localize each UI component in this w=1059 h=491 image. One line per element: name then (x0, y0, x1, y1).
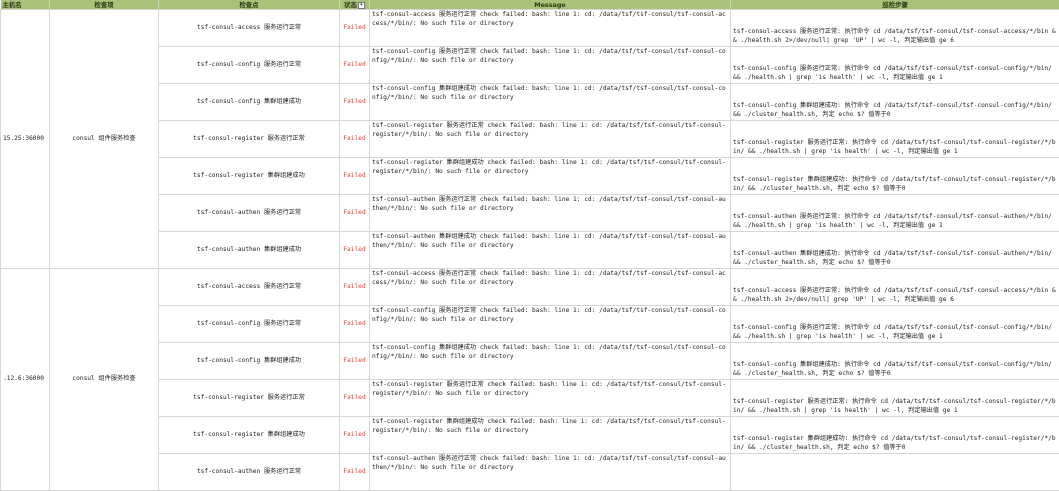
check-item-cell[interactable]: consul 组件服务检查 (50, 269, 159, 491)
filter-dropdown-icon[interactable]: ▾ (358, 2, 365, 9)
status-cell[interactable]: Failed (340, 380, 370, 417)
header-item[interactable]: 检查项 (50, 0, 159, 10)
table-row[interactable]: tsf-consul-authen 服务运行正常Failedtsf-consul… (1, 195, 1059, 232)
status-cell[interactable]: Failed (340, 84, 370, 121)
message-cell[interactable]: tsf-consul-access 服务运行正常 check failed: b… (370, 269, 731, 306)
message-cell[interactable]: tsf-consul-register 服务运行正常 check failed:… (370, 121, 731, 158)
steps-cell[interactable]: tsf-consul-register 服务运行正常: 执行命令 cd /dat… (731, 121, 1059, 158)
header-row: 主机名 检查项 检查点 状态▾ Message 巡检步骤 (1, 0, 1059, 10)
status-cell[interactable]: Failed (340, 10, 370, 47)
status-cell[interactable]: Failed (340, 121, 370, 158)
header-status-label: 状态 (344, 1, 357, 9)
table-row[interactable]: tsf-consul-config 集群组建成功Failedtsf-consul… (1, 343, 1059, 380)
steps-cell[interactable]: tsf-consul-config 服务运行正常: 执行命令 cd /data/… (731, 306, 1059, 343)
steps-cell[interactable]: tsf-consul-register 服务运行正常: 执行命令 cd /dat… (731, 380, 1059, 417)
status-cell[interactable]: Failed (340, 158, 370, 195)
check-point-cell[interactable]: tsf-consul-register 服务运行正常 (159, 380, 340, 417)
check-point-cell[interactable]: tsf-consul-config 服务运行正常 (159, 306, 340, 343)
status-cell[interactable]: Failed (340, 232, 370, 269)
table-row[interactable]: tsf-consul-config 集群组建成功Failedtsf-consul… (1, 84, 1059, 121)
header-point[interactable]: 检查点 (159, 0, 340, 10)
table-row[interactable]: tsf-consul-config 服务运行正常Failedtsf-consul… (1, 306, 1059, 343)
header-host[interactable]: 主机名 (1, 0, 50, 10)
table-row[interactable]: tsf-consul-authen 集群组建成功Failedtsf-consul… (1, 232, 1059, 269)
check-point-cell[interactable]: tsf-consul-authen 服务运行正常 (159, 454, 340, 491)
steps-cell[interactable]: tsf-consul-config 服务运行正常: 执行命令 cd /data/… (731, 47, 1059, 84)
message-cell[interactable]: tsf-consul-register 集群组建成功 check failed:… (370, 417, 731, 454)
steps-cell[interactable]: tsf-consul-authen 集群组建成功: 执行命令 cd /data/… (731, 232, 1059, 269)
steps-cell[interactable]: tsf-consul-register 集群组建成功: 执行命令 cd /dat… (731, 417, 1059, 454)
host-cell[interactable]: 15.25:36000 (1, 10, 50, 269)
message-cell[interactable]: tsf-consul-register 集群组建成功 check failed:… (370, 158, 731, 195)
steps-cell[interactable]: tsf-consul-access 服务运行正常: 执行命令 cd /data/… (731, 269, 1059, 306)
table-row[interactable]: tsf-consul-config 服务运行正常Failedtsf-consul… (1, 47, 1059, 84)
check-point-cell[interactable]: tsf-consul-register 集群组建成功 (159, 158, 340, 195)
check-point-cell[interactable]: tsf-consul-access 服务运行正常 (159, 269, 340, 306)
message-cell[interactable]: tsf-consul-authen 服务运行正常 check failed: b… (370, 454, 731, 491)
steps-cell[interactable]: tsf-consul-config 集群组建成功: 执行命令 cd /data/… (731, 343, 1059, 380)
table-row[interactable]: 15.25:36000consul 组件服务检查tsf-consul-acces… (1, 10, 1059, 47)
message-cell[interactable]: tsf-consul-config 集群组建成功 check failed: b… (370, 343, 731, 380)
message-cell[interactable]: tsf-consul-config 服务运行正常 check failed: b… (370, 306, 731, 343)
check-item-cell[interactable]: consul 组件服务检查 (50, 10, 159, 269)
message-cell[interactable]: tsf-consul-register 服务运行正常 check failed:… (370, 380, 731, 417)
steps-cell[interactable] (731, 454, 1059, 491)
check-point-cell[interactable]: tsf-consul-access 服务运行正常 (159, 10, 340, 47)
status-cell[interactable]: Failed (340, 195, 370, 232)
steps-cell[interactable]: tsf-consul-access 服务运行正常: 执行命令 cd /data/… (731, 10, 1059, 47)
check-point-cell[interactable]: tsf-consul-config 服务运行正常 (159, 47, 340, 84)
status-cell[interactable]: Failed (340, 417, 370, 454)
status-cell[interactable]: Failed (340, 454, 370, 491)
table-row[interactable]: tsf-consul-register 集群组建成功Failedtsf-cons… (1, 158, 1059, 195)
status-cell[interactable]: Failed (340, 269, 370, 306)
check-point-cell[interactable]: tsf-consul-register 集群组建成功 (159, 417, 340, 454)
header-steps[interactable]: 巡检步骤 (731, 0, 1059, 10)
check-point-cell[interactable]: tsf-consul-config 集群组建成功 (159, 84, 340, 121)
table-row[interactable]: tsf-consul-register 服务运行正常Failedtsf-cons… (1, 121, 1059, 158)
table-row[interactable]: tsf-consul-register 集群组建成功Failedtsf-cons… (1, 417, 1059, 454)
message-cell[interactable]: tsf-consul-authen 集群组建成功 check failed: b… (370, 232, 731, 269)
message-cell[interactable]: tsf-consul-access 服务运行正常 check failed: b… (370, 10, 731, 47)
steps-cell[interactable]: tsf-consul-authen 服务运行正常: 执行命令 cd /data/… (731, 195, 1059, 232)
steps-cell[interactable]: tsf-consul-register 集群组建成功: 执行命令 cd /dat… (731, 158, 1059, 195)
host-cell[interactable]: .12.6:36000 (1, 269, 50, 491)
check-point-cell[interactable]: tsf-consul-authen 集群组建成功 (159, 232, 340, 269)
status-cell[interactable]: Failed (340, 47, 370, 84)
inspection-table: 主机名 检查项 检查点 状态▾ Message 巡检步骤 15.25:36000… (0, 0, 1059, 491)
table-row[interactable]: tsf-consul-authen 服务运行正常Failedtsf-consul… (1, 454, 1059, 491)
message-cell[interactable]: tsf-consul-authen 服务运行正常 check failed: b… (370, 195, 731, 232)
steps-cell[interactable]: tsf-consul-config 集群组建成功: 执行命令 cd /data/… (731, 84, 1059, 121)
check-point-cell[interactable]: tsf-consul-register 服务运行正常 (159, 121, 340, 158)
message-cell[interactable]: tsf-consul-config 服务运行正常 check failed: b… (370, 47, 731, 84)
status-cell[interactable]: Failed (340, 306, 370, 343)
check-point-cell[interactable]: tsf-consul-authen 服务运行正常 (159, 195, 340, 232)
status-cell[interactable]: Failed (340, 343, 370, 380)
header-message[interactable]: Message (370, 0, 731, 10)
check-point-cell[interactable]: tsf-consul-config 集群组建成功 (159, 343, 340, 380)
table-row[interactable]: tsf-consul-register 服务运行正常Failedtsf-cons… (1, 380, 1059, 417)
message-cell[interactable]: tsf-consul-config 集群组建成功 check failed: b… (370, 84, 731, 121)
table-row[interactable]: .12.6:36000consul 组件服务检查tsf-consul-acces… (1, 269, 1059, 306)
header-status[interactable]: 状态▾ (340, 0, 370, 10)
